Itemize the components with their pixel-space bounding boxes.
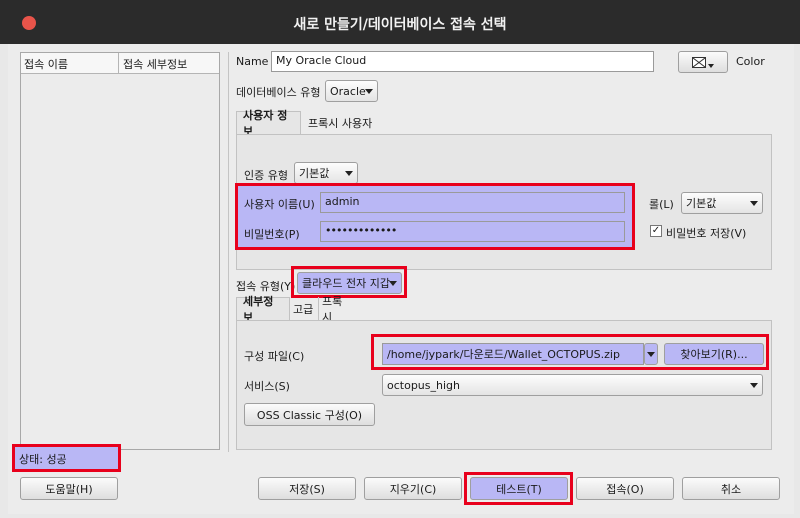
connection-type-value: 클라우드 전자 지갑	[302, 277, 390, 290]
chevron-down-icon	[750, 201, 758, 206]
color-swatch-icon	[692, 56, 706, 68]
tab-proxy[interactable]: 프록시	[318, 295, 354, 324]
connection-type-label: 접속 유형(Y)	[236, 280, 296, 293]
config-file-input[interactable]: /home/jypark/다운로드/Wallet_OCTOPUS.zip	[382, 343, 644, 365]
username-input[interactable]: admin	[320, 192, 625, 213]
connection-type-select[interactable]: 클라우드 전자 지갑	[297, 272, 402, 294]
chevron-down-icon	[647, 352, 655, 357]
auth-type-value: 기본값	[299, 167, 330, 180]
status-text: 상태: 성공	[15, 447, 118, 469]
tab-proxy-user[interactable]: 프록시 사용자	[302, 111, 382, 134]
list-header: 접속 이름 접속 세부정보	[21, 53, 219, 74]
username-label: 사용자 이름(U)	[244, 198, 315, 211]
color-button[interactable]	[678, 51, 728, 73]
connect-button[interactable]: 접속(O)	[576, 477, 674, 500]
cancel-button[interactable]: 취소	[682, 477, 780, 500]
help-button[interactable]: 도움말(H)	[20, 477, 118, 500]
service-select[interactable]: octopus_high	[382, 374, 763, 396]
save-password-label: 비밀번호 저장(V)	[666, 227, 747, 240]
role-value: 기본값	[686, 197, 717, 210]
chevron-down-icon	[389, 281, 397, 286]
role-select[interactable]: 기본값	[681, 192, 763, 214]
database-type-label: 데이터베이스 유형	[236, 86, 321, 99]
config-file-label: 구성 파일(C)	[244, 350, 305, 363]
title-bar: 새로 만들기/데이터베이스 접속 선택	[0, 0, 800, 44]
window-title: 새로 만들기/데이터베이스 접속 선택	[293, 17, 507, 33]
service-label: 서비스(S)	[244, 380, 290, 393]
save-button[interactable]: 저장(S)	[258, 477, 356, 500]
chevron-down-icon	[750, 383, 758, 388]
oss-classic-config-button[interactable]: OSS Classic 구성(O)	[244, 403, 375, 426]
name-input[interactable]: My Oracle Cloud	[271, 51, 654, 72]
tab-advanced[interactable]: 고급	[290, 297, 318, 320]
test-button[interactable]: 테스트(T)	[470, 477, 568, 500]
splitter[interactable]	[228, 52, 229, 452]
database-type-value: Oracle	[330, 84, 366, 98]
config-file-dropdown[interactable]	[644, 343, 658, 365]
browse-button[interactable]: 찾아보기(R)...	[664, 343, 764, 365]
name-label: Name	[236, 55, 269, 68]
database-type-select[interactable]: Oracle	[325, 80, 378, 102]
color-label: Color	[736, 55, 765, 68]
chevron-down-icon	[345, 171, 353, 176]
column-connection-name[interactable]: 접속 이름	[24, 56, 68, 72]
auth-type-select[interactable]: 기본값	[294, 162, 358, 184]
connection-list[interactable]: 접속 이름 접속 세부정보	[20, 52, 220, 450]
tab-details[interactable]: 세부정보	[236, 295, 290, 324]
password-label: 비밀번호(P)	[244, 228, 300, 241]
clear-button[interactable]: 지우기(C)	[364, 477, 462, 500]
column-divider[interactable]	[118, 53, 119, 74]
role-label: 롤(L)	[649, 198, 674, 211]
auth-type-label: 인증 유형	[244, 169, 288, 182]
password-input[interactable]: •••••••••••••	[320, 221, 625, 242]
service-value: octopus_high	[387, 378, 460, 392]
column-connection-details[interactable]: 접속 세부정보	[123, 56, 187, 72]
save-password-checkbox[interactable]: ✓	[650, 225, 662, 237]
tab-user-info[interactable]: 사용자 정보	[236, 109, 301, 138]
chevron-down-icon	[365, 89, 373, 94]
chevron-down-icon	[708, 64, 714, 68]
